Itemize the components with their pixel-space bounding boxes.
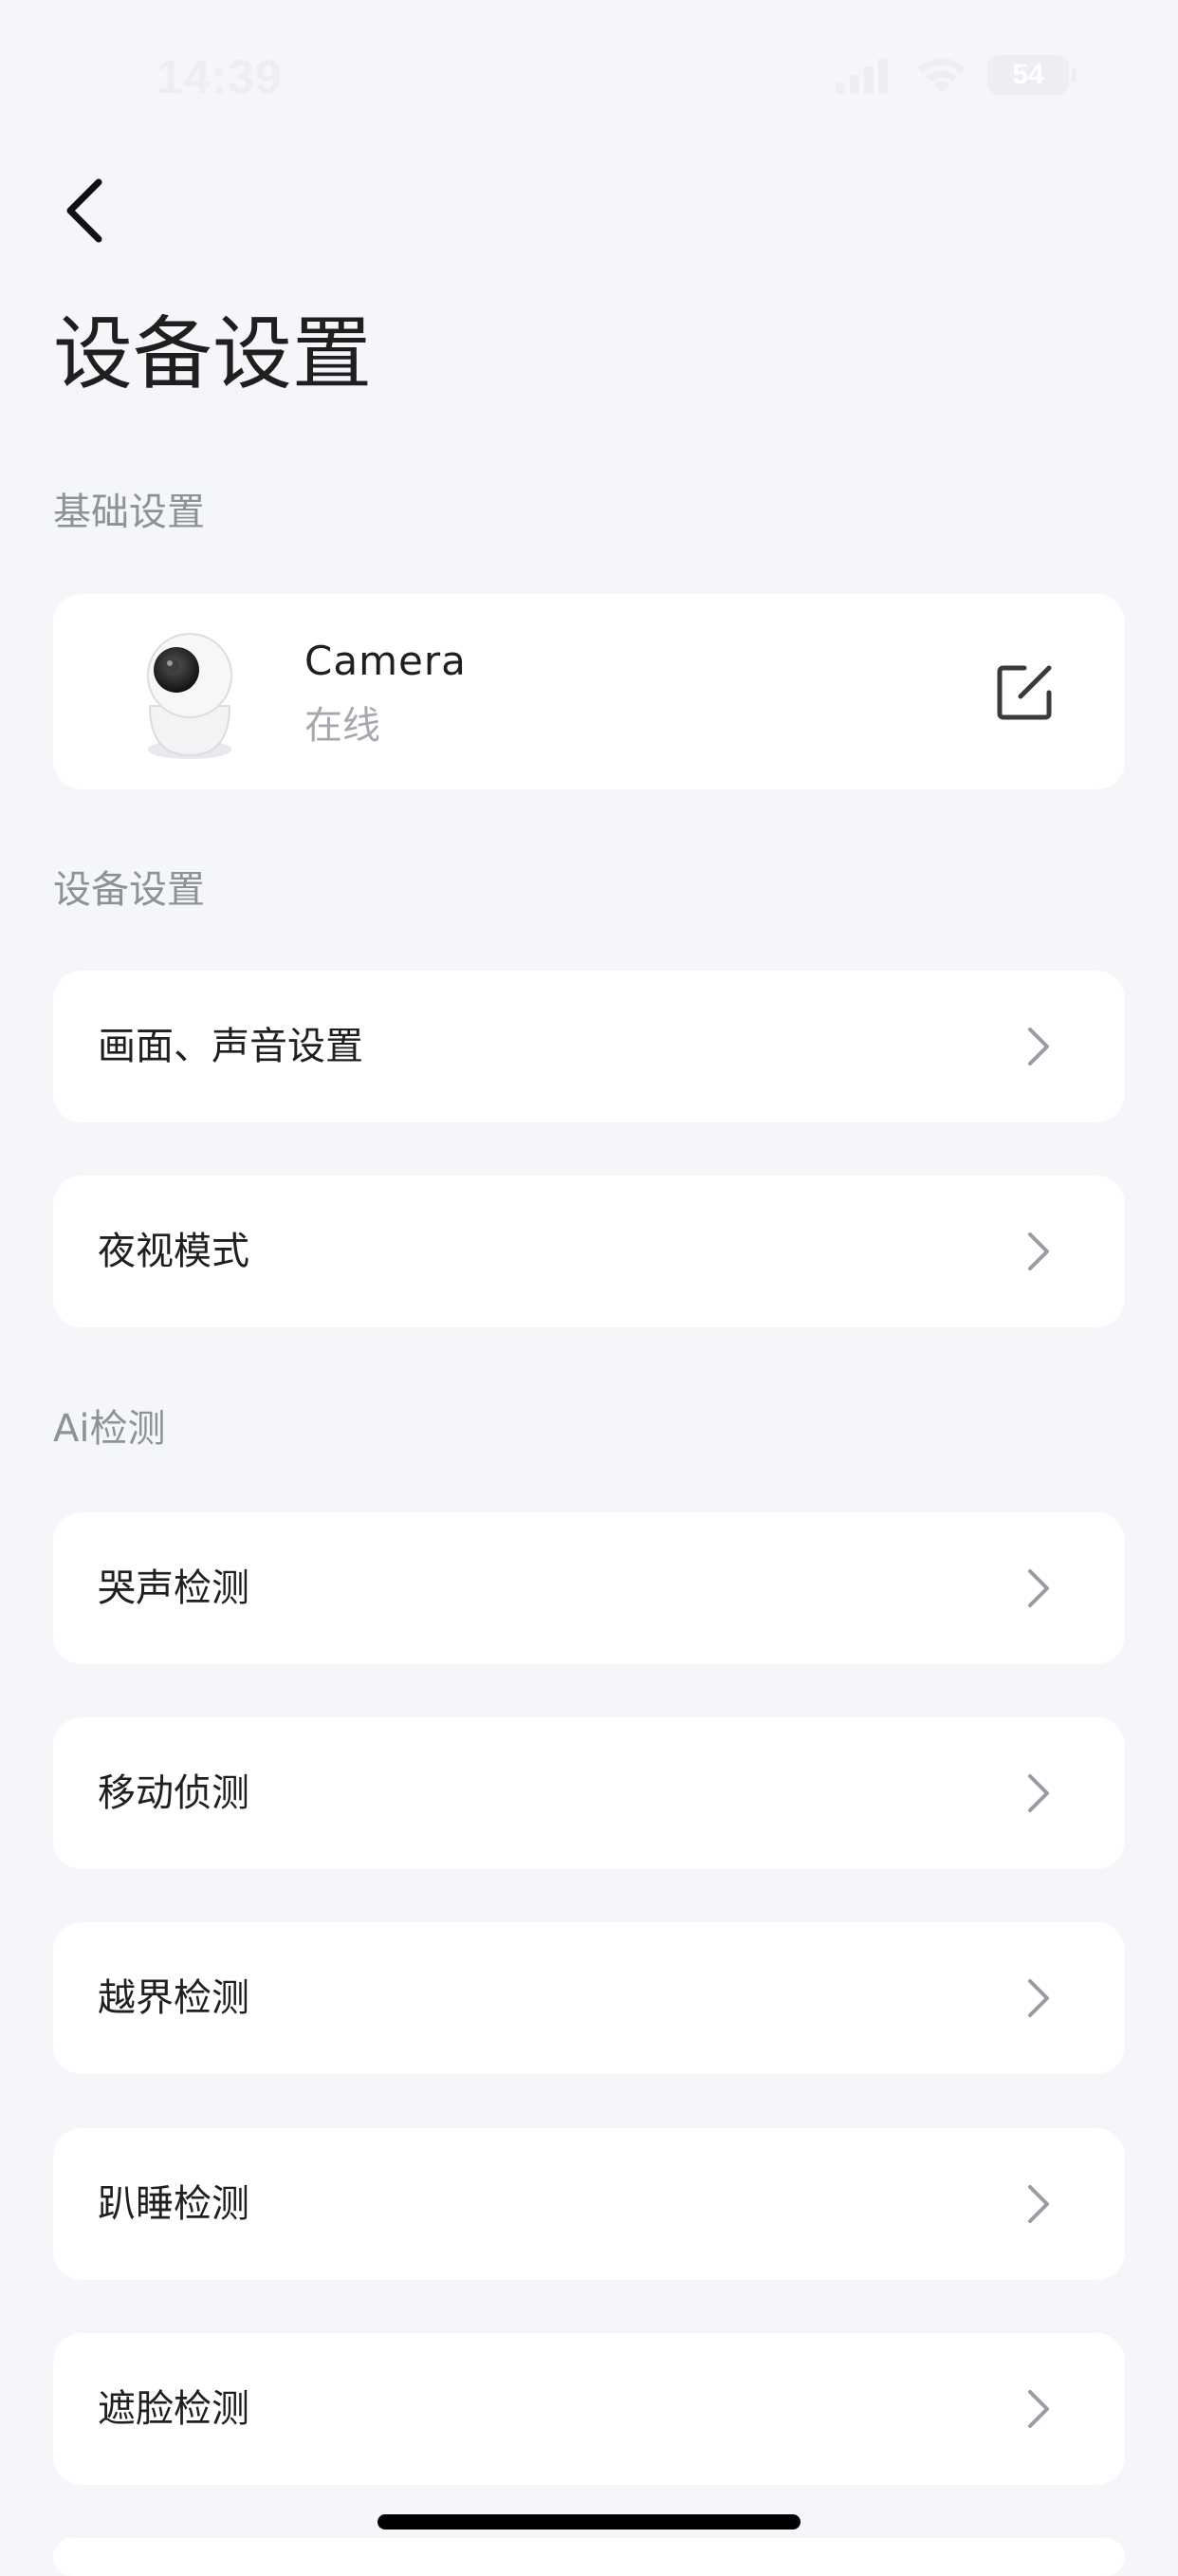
chevron-right-icon bbox=[1028, 1569, 1049, 1607]
section-label-basic: 基础设置 bbox=[53, 491, 205, 534]
menu-item-label: 画面、声音设置 bbox=[98, 1025, 363, 1068]
wifi-icon bbox=[918, 58, 966, 93]
menu-item-face-cover-detection[interactable]: 遮脸检测 bbox=[53, 2333, 1125, 2485]
menu-item-prone-sleep-detection[interactable]: 趴睡检测 bbox=[53, 2128, 1125, 2280]
status-indicators: 54 bbox=[836, 55, 1077, 95]
menu-item-boundary-detection[interactable]: 越界检测 bbox=[53, 1922, 1125, 2074]
device-card[interactable]: Camera 在线 bbox=[53, 594, 1125, 789]
menu-item-label: 遮脸检测 bbox=[98, 2387, 249, 2431]
back-button[interactable] bbox=[49, 173, 118, 249]
chevron-left-icon bbox=[66, 178, 102, 243]
page-title: 设备设置 bbox=[53, 307, 373, 400]
device-name: Camera bbox=[304, 638, 467, 684]
menu-item-cry-detection[interactable]: 哭声检测 bbox=[53, 1512, 1125, 1664]
menu-item-label: 越界检测 bbox=[98, 1976, 249, 2020]
menu-item-motion-detection[interactable]: 移动侦测 bbox=[53, 1717, 1125, 1869]
status-bar: 14:39 54 bbox=[0, 0, 1178, 152]
chevron-right-icon bbox=[1028, 1028, 1049, 1066]
section-label-ai: Ai检测 bbox=[53, 1407, 166, 1451]
camera-device-image bbox=[147, 633, 232, 759]
chevron-right-icon bbox=[1028, 2390, 1049, 2428]
menu-item-label: 哭声检测 bbox=[98, 1566, 249, 1610]
edit-name-button[interactable] bbox=[992, 658, 1058, 725]
battery-icon: 54 bbox=[987, 55, 1077, 95]
menu-item-label: 趴睡检测 bbox=[98, 2182, 249, 2226]
chevron-right-icon bbox=[1028, 1979, 1049, 2017]
menu-item-partial[interactable] bbox=[53, 2538, 1125, 2576]
device-status: 在线 bbox=[304, 704, 380, 748]
menu-item-label: 移动侦测 bbox=[98, 1771, 249, 1815]
chevron-right-icon bbox=[1028, 2185, 1049, 2223]
chevron-right-icon bbox=[1028, 1232, 1049, 1270]
edit-icon bbox=[997, 665, 1052, 720]
section-label-device: 设备设置 bbox=[53, 868, 205, 912]
battery-level: 54 bbox=[1012, 59, 1044, 90]
home-indicator[interactable] bbox=[377, 2514, 801, 2530]
status-time: 14:39 bbox=[156, 50, 283, 103]
menu-item-night-vision[interactable]: 夜视模式 bbox=[53, 1176, 1125, 1327]
cellular-signal-icon bbox=[836, 58, 888, 94]
menu-item-picture-sound[interactable]: 画面、声音设置 bbox=[53, 971, 1125, 1122]
chevron-right-icon bbox=[1028, 1774, 1049, 1812]
menu-item-label: 夜视模式 bbox=[98, 1230, 249, 1273]
